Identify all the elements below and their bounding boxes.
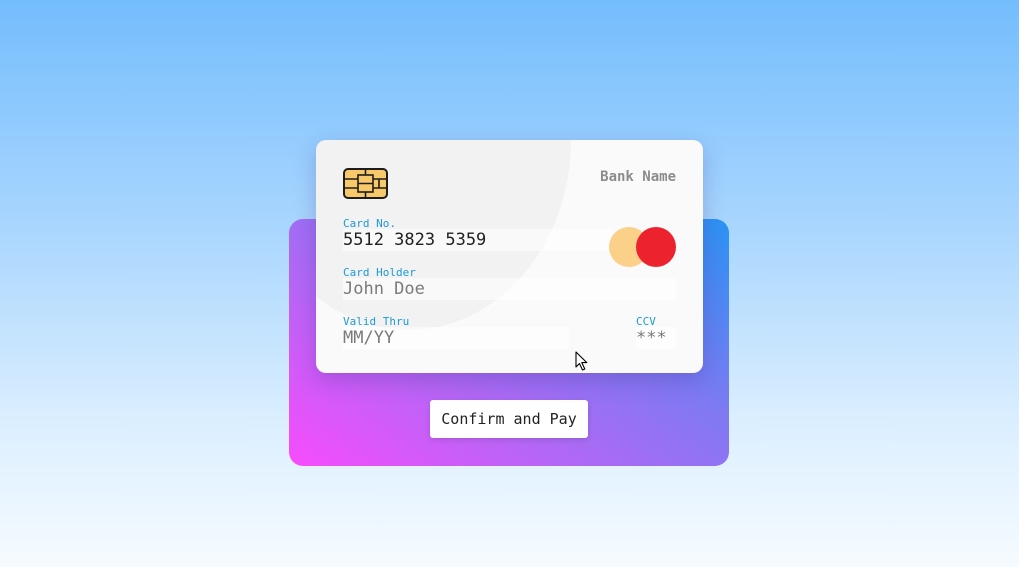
- valid-thru-field[interactable]: MM/YY: [343, 327, 569, 349]
- credit-card: Bank Name Card No. 5512 3823 5359 Card H…: [316, 140, 703, 373]
- mastercard-logo-icon: [609, 227, 677, 267]
- ccv-field[interactable]: ***: [636, 327, 676, 349]
- bank-name: Bank Name: [600, 169, 676, 185]
- card-chip-icon: [343, 168, 388, 199]
- card-holder-field[interactable]: John Doe: [343, 278, 676, 300]
- card-number-field[interactable]: 5512 3823 5359: [343, 229, 613, 251]
- mouse-pointer-icon: [575, 351, 589, 376]
- confirm-and-pay-button[interactable]: Confirm and Pay: [430, 400, 588, 438]
